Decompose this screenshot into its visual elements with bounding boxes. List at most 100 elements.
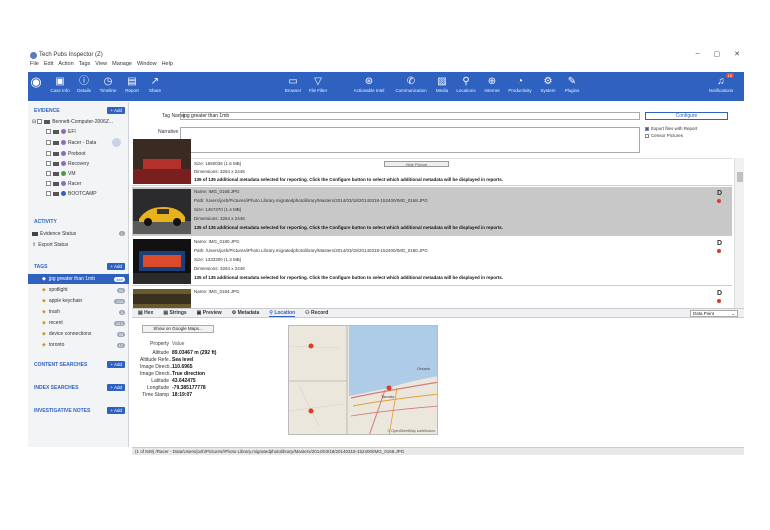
content-searches-header[interactable]: CONTENT SEARCHES + Add — [28, 360, 129, 370]
export-files-checkbox[interactable] — [645, 126, 649, 131]
collapse-icon[interactable]: ⊟ — [32, 119, 36, 125]
drive-icon — [53, 151, 59, 156]
evidence-item[interactable]: Preboot — [28, 149, 129, 158]
tag-icon: ◆ — [42, 276, 46, 282]
result-row[interactable]: Size: 1650036 (1.6 MB) Dimensions: 3264 … — [132, 137, 732, 186]
evidence-item[interactable]: VM — [28, 169, 129, 178]
app-logo-icon — [30, 51, 37, 59]
actionable-intel-button[interactable]: ⊛ Actionable Intel — [351, 75, 387, 93]
volume-icon — [61, 151, 66, 156]
tab-strings[interactable]: ▤ Strings — [163, 310, 186, 316]
report-pdf-icon[interactable]: D — [717, 290, 722, 297]
add-content-search-button[interactable]: + Add — [107, 361, 125, 368]
map-lake-label: Ontario — [417, 366, 431, 371]
location-map[interactable]: Toronto Ontario © OpenStreetMap contribu… — [288, 325, 438, 435]
configure-button[interactable]: Configure — [645, 112, 728, 120]
close-button[interactable]: ✕ — [734, 50, 740, 58]
menu-manage[interactable]: Manage — [112, 61, 132, 69]
export-icon: ⇪ — [32, 241, 37, 248]
show-on-google-maps-button[interactable]: Show on Google Maps... — [142, 325, 214, 333]
evidence-status-item[interactable]: Evidence Status 1 — [32, 229, 129, 238]
menu-edit[interactable]: Edit — [44, 61, 53, 69]
loading-spinner-icon — [112, 138, 121, 147]
tag-item-spotlight[interactable]: ◆ spotlight 30 — [28, 285, 129, 295]
tag-item-device-connections[interactable]: ◆ device connections 35 — [28, 329, 129, 339]
menu-action[interactable]: Action — [58, 61, 73, 69]
notifications-button[interactable]: ♫ 10 Notifications — [700, 73, 742, 93]
evidence-item[interactable]: BOOTCAMP — [28, 189, 129, 198]
menu-help[interactable]: Help — [162, 61, 173, 69]
index-searches-header[interactable]: INDEX SEARCHES + Add — [28, 383, 129, 393]
scrollbar-thumb[interactable] — [737, 172, 743, 182]
tag-item-jpg-greater-than-1mb[interactable]: ◆ jpg greater than 1mb 849 — [28, 274, 129, 284]
menu-bar: File Edit Action Tags View Manage Window… — [28, 61, 173, 69]
evidence-item[interactable]: EFI — [28, 127, 129, 136]
add-tag-button[interactable]: + Add — [107, 263, 125, 270]
minimize-button[interactable]: – — [696, 50, 700, 58]
tag-name-input[interactable]: jpg greater than 1mb — [180, 112, 640, 120]
menu-file[interactable]: File — [30, 61, 39, 69]
clock-icon: ◷ — [103, 76, 113, 87]
gauge-icon: ◔ — [516, 76, 524, 87]
tag-icon: ◆ — [42, 287, 46, 293]
table-row: Altitude Refe... Sea level — [140, 356, 194, 363]
location-properties-table: Property Value Altitude 89.03467 m (292 f… — [140, 341, 260, 398]
title-bar: Tech Pubs Inspector (Z) – ▢ ✕ — [28, 50, 744, 60]
table-row: Image Directi... 110.6965 — [140, 363, 193, 370]
activity-section-header[interactable]: ACTIVITY — [28, 217, 129, 227]
plugins-button[interactable]: ✎ Plugins — [554, 75, 590, 93]
tab-location[interactable]: ⚲ Location — [269, 310, 296, 317]
evidence-item[interactable]: Racer — [28, 179, 129, 188]
map-canvas — [289, 326, 437, 434]
evidence-root[interactable]: ⊟ Bennett-Computer-2006Z... — [28, 117, 129, 126]
result-row[interactable]: Name: IMG_0180.JPG Path: /Users/josh/Pic… — [132, 237, 732, 286]
export-files-option[interactable]: Export files with Report — [645, 126, 697, 131]
evidence-item[interactable]: Racer - Data — [28, 138, 129, 147]
tag-item-toronto[interactable]: ◆ toronto 12 — [28, 340, 129, 350]
tab-record[interactable]: ⚇ Record — [305, 310, 328, 316]
add-evidence-button[interactable]: + Add — [107, 107, 125, 114]
hide-picture-button[interactable]: Hide Picture — [384, 161, 449, 167]
investigative-notes-header[interactable]: INVESTIGATIVE NOTES + Add — [28, 406, 129, 416]
notification-badge: 10 — [725, 73, 734, 78]
table-row: Time Stamp 18:19:07 — [142, 391, 193, 398]
results-scrollbar[interactable] — [734, 158, 744, 308]
drive-icon — [53, 161, 59, 166]
evidence-checkbox[interactable] — [37, 119, 43, 124]
file-filter-button[interactable]: ▽ File Filter — [300, 75, 336, 93]
share-button[interactable]: ↗ Share — [137, 75, 173, 93]
tag-item-trash[interactable]: ◆ trash 5 — [28, 307, 129, 317]
tab-hex[interactable]: ▤ Hex — [138, 310, 153, 316]
folder-icon: ▭ — [288, 76, 298, 87]
evidence-section-header[interactable]: EVIDENCE + Add — [28, 106, 129, 116]
report-pdf-icon[interactable]: D — [717, 190, 722, 197]
result-row-selected[interactable]: Name: IMG_0168.JPG Path: /Users/josh/Pic… — [132, 187, 732, 236]
drive-icon — [53, 181, 59, 186]
add-index-search-button[interactable]: + Add — [107, 384, 125, 391]
report-pdf-icon[interactable]: D — [717, 240, 722, 247]
table-header: Property Value — [150, 341, 185, 347]
view-mode-dropdown[interactable]: Data Point ⌄ — [690, 310, 738, 317]
tab-preview[interactable]: ▣ Preview — [197, 310, 222, 316]
photo-thumbnail — [133, 139, 191, 184]
image-icon: ▨ — [437, 76, 447, 87]
evidence-item[interactable]: Recovery — [28, 159, 129, 168]
drive-icon — [53, 191, 59, 196]
menu-window[interactable]: Window — [137, 61, 157, 69]
tag-item-recent[interactable]: ◆ recent 510 — [28, 318, 129, 328]
table-row: Longitude -79.385177778 — [147, 384, 206, 391]
add-note-button[interactable]: + Add — [107, 407, 125, 414]
menu-view[interactable]: View — [95, 61, 107, 69]
tab-metadata[interactable]: ⚙ Metadata — [232, 310, 260, 316]
result-row[interactable]: Name: IMG_0184.JPG D — [132, 287, 732, 309]
tag-icon: ◆ — [42, 331, 46, 337]
maximize-button[interactable]: ▢ — [714, 50, 721, 58]
status-bar: (1 of 849) /Racer - Data/Users/josh/Pict… — [132, 447, 744, 455]
tag-icon: ◆ — [42, 309, 46, 315]
export-status-item[interactable]: ⇪ Export Status — [32, 240, 129, 249]
menu-tags[interactable]: Tags — [79, 61, 91, 69]
pin-icon: ⚲ — [462, 76, 470, 87]
tag-item-apple-keychain[interactable]: ◆ apple keychain 234 — [28, 296, 129, 306]
map-pin-icon — [308, 408, 314, 414]
tags-section-header[interactable]: TAGS + Add — [28, 262, 129, 272]
